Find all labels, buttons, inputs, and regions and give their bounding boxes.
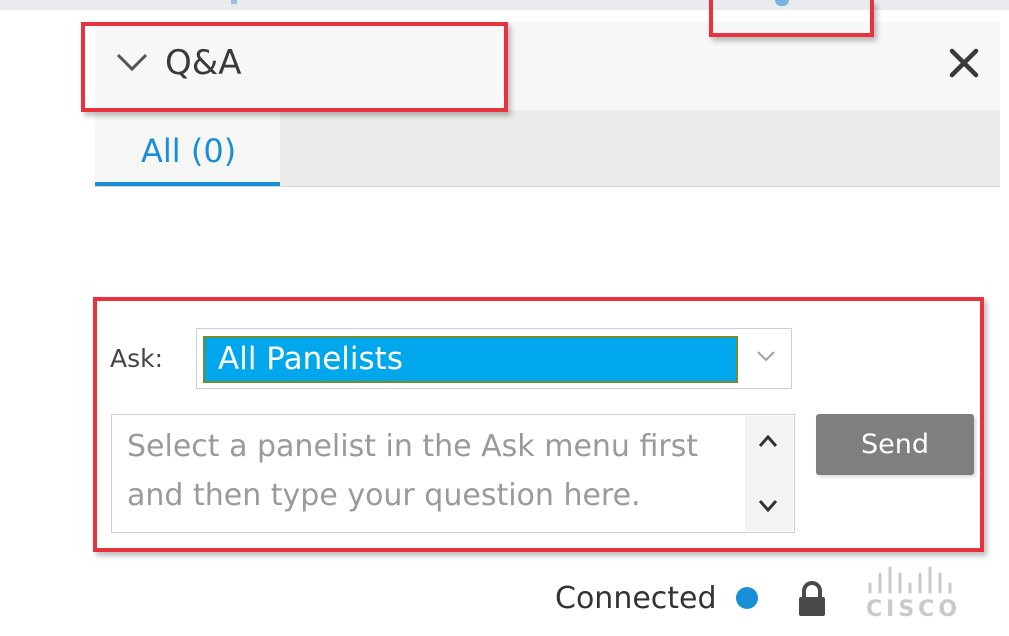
lock-icon [799, 581, 825, 616]
highlight-toolbar-icon [709, 0, 874, 37]
close-icon[interactable] [944, 44, 984, 82]
cisco-logo-text: CISCO [866, 597, 962, 622]
highlight-ask-area [93, 297, 984, 552]
connection-status-text: Connected [555, 581, 717, 616]
connection-status-dot [736, 587, 758, 609]
active-tab-indicator [95, 182, 280, 186]
tab-all-label[interactable]: All (0) [141, 130, 236, 172]
toolbar-edge-mark [231, 0, 237, 4]
highlight-qa-title [81, 22, 508, 112]
